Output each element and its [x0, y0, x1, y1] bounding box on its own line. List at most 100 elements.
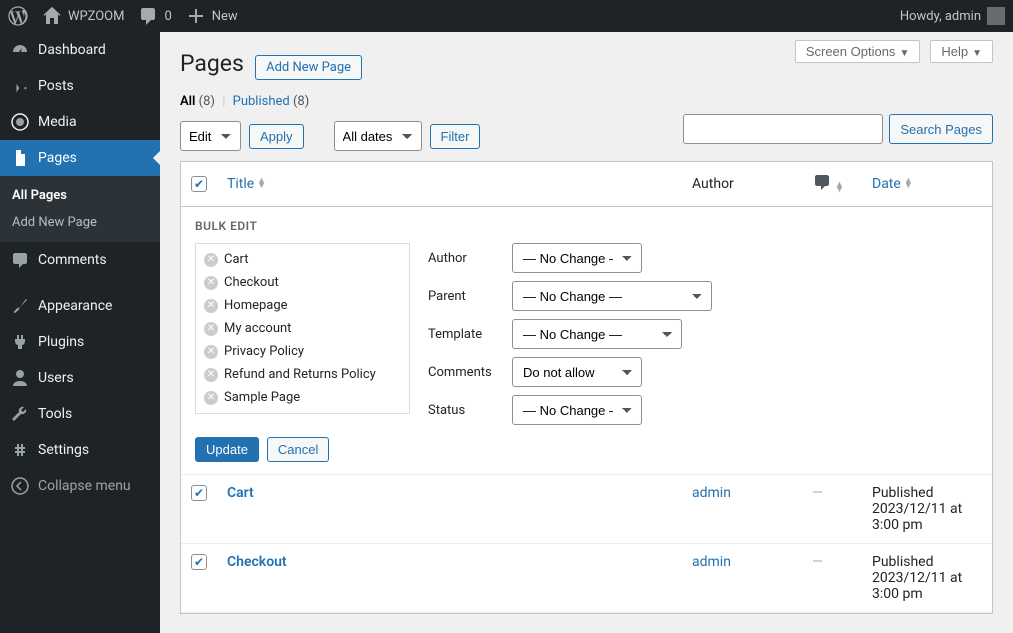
bulk-item-label: Checkout: [224, 275, 279, 290]
bulk-item-label: Homepage: [224, 298, 288, 313]
page-icon: [10, 148, 30, 168]
plug-icon: [10, 332, 30, 352]
col-title[interactable]: Title: [227, 176, 254, 192]
main-content: Screen Options▼ Help▼ Pages Add New Page…: [160, 32, 1013, 633]
bulk-parent-select[interactable]: — No Change —: [512, 281, 712, 311]
site-link[interactable]: WPZOOM: [42, 6, 124, 26]
sort-icon: ▲▼: [904, 179, 913, 190]
media-icon: [10, 112, 30, 132]
row-title[interactable]: Checkout: [227, 554, 287, 570]
remove-icon[interactable]: ✕: [204, 368, 218, 382]
table-row: Checkout admin — Published2023/12/11 at …: [181, 544, 992, 613]
search-input[interactable]: [683, 114, 883, 144]
user-icon: [10, 368, 30, 388]
bulk-parent-label: Parent: [428, 289, 498, 304]
screen-options-button[interactable]: Screen Options▼: [795, 40, 921, 63]
col-date[interactable]: Date: [872, 176, 901, 192]
table-row: Cart admin — Published2023/12/11 at 3:00…: [181, 475, 992, 544]
menu-label: Appearance: [38, 298, 112, 314]
remove-icon[interactable]: ✕: [204, 322, 218, 336]
sort-icon: ▲▼: [257, 179, 266, 190]
brush-icon: [10, 296, 30, 316]
page-title: Pages: [180, 32, 244, 77]
menu-comments[interactable]: Comments: [0, 242, 160, 278]
avatar: [987, 7, 1005, 25]
menu-label: Users: [38, 370, 74, 386]
comment-icon: [812, 172, 832, 192]
bulk-item: ✕ Checkout: [196, 271, 409, 294]
account-link[interactable]: Howdy, admin: [900, 7, 1005, 25]
bulk-item: ✕ Refund and Returns Policy: [196, 363, 409, 386]
menu-tools[interactable]: Tools: [0, 396, 160, 432]
bulk-edit-items: ✕Cart ✕Checkout ✕Homepage ✕My account ✕P…: [195, 243, 410, 414]
filter-published[interactable]: Published: [233, 94, 290, 109]
menu-appearance[interactable]: Appearance: [0, 288, 160, 324]
wrench-icon: [10, 404, 30, 424]
bulk-action-select[interactable]: Edit: [180, 121, 241, 151]
new-content[interactable]: New: [186, 6, 238, 26]
howdy-text: Howdy, admin: [900, 9, 981, 24]
menu-settings[interactable]: Settings: [0, 432, 160, 468]
submenu-all-pages[interactable]: All Pages: [0, 182, 160, 209]
menu-dashboard[interactable]: Dashboard: [0, 32, 160, 68]
menu-label: Dashboard: [38, 42, 106, 58]
search-button[interactable]: Search Pages: [889, 114, 993, 144]
menu-label: Pages: [38, 150, 77, 166]
help-label: Help: [941, 44, 968, 59]
filter-all-count: (8): [199, 94, 215, 109]
add-new-button[interactable]: Add New Page: [255, 55, 362, 80]
remove-icon[interactable]: ✕: [204, 276, 218, 290]
filter-all[interactable]: All: [180, 94, 195, 109]
bulk-item-label: Refund and Returns Policy: [224, 367, 376, 382]
row-author[interactable]: admin: [692, 554, 731, 570]
remove-icon[interactable]: ✕: [204, 299, 218, 313]
filter-published-count: (8): [293, 94, 309, 109]
menu-label: Posts: [38, 78, 74, 94]
status-filters: All (8) | Published (8): [180, 94, 993, 109]
menu-media[interactable]: Media: [0, 104, 160, 140]
bulk-template-select[interactable]: — No Change —: [512, 319, 682, 349]
menu-posts[interactable]: Posts: [0, 68, 160, 104]
col-author[interactable]: Author: [682, 162, 802, 207]
cancel-button[interactable]: Cancel: [267, 437, 329, 462]
bulk-comments-label: Comments: [428, 365, 498, 380]
bulk-status-label: Status: [428, 403, 498, 418]
bulk-status-select[interactable]: — No Change —: [512, 395, 642, 425]
menu-users[interactable]: Users: [0, 360, 160, 396]
comments-count: 0: [164, 9, 171, 24]
update-button[interactable]: Update: [195, 437, 259, 462]
row-title[interactable]: Cart: [227, 485, 254, 501]
row-comments: —: [812, 554, 823, 570]
remove-icon[interactable]: ✕: [204, 391, 218, 405]
comment-icon: [10, 250, 30, 270]
bulk-author-select[interactable]: — No Change —: [512, 243, 642, 273]
submenu-add-page[interactable]: Add New Page: [0, 209, 160, 236]
help-button[interactable]: Help▼: [930, 40, 993, 63]
menu-pages[interactable]: Pages: [0, 140, 160, 176]
col-title-label: Title: [227, 176, 254, 192]
filter-button[interactable]: Filter: [430, 124, 481, 149]
row-checkbox[interactable]: [191, 554, 207, 570]
menu-label: Media: [38, 114, 77, 130]
remove-icon[interactable]: ✕: [204, 345, 218, 359]
home-icon: [42, 6, 62, 26]
row-checkbox[interactable]: [191, 485, 207, 501]
bulk-item-label: My account: [224, 321, 291, 336]
menu-plugins[interactable]: Plugins: [0, 324, 160, 360]
row-date: 2023/12/11 at 3:00 pm: [872, 570, 962, 602]
remove-icon[interactable]: ✕: [204, 253, 218, 267]
admin-menu: Dashboard Posts Media Pages All Pages Ad…: [0, 32, 160, 633]
collapse-menu[interactable]: Collapse menu: [0, 468, 160, 504]
date-filter-select[interactable]: All dates: [334, 121, 422, 151]
bulk-comments-select[interactable]: Do not allow: [512, 357, 642, 387]
chevron-down-icon: ▼: [899, 48, 909, 59]
comment-icon: [138, 6, 158, 26]
row-author[interactable]: admin: [692, 485, 731, 501]
bulk-author-label: Author: [428, 251, 498, 266]
apply-button[interactable]: Apply: [249, 124, 304, 149]
comments-link[interactable]: 0: [138, 6, 171, 26]
select-all-checkbox[interactable]: [191, 176, 207, 192]
wp-logo-icon[interactable]: [8, 6, 28, 26]
bulk-item: ✕ My account: [196, 317, 409, 340]
collapse-label: Collapse menu: [38, 478, 131, 494]
